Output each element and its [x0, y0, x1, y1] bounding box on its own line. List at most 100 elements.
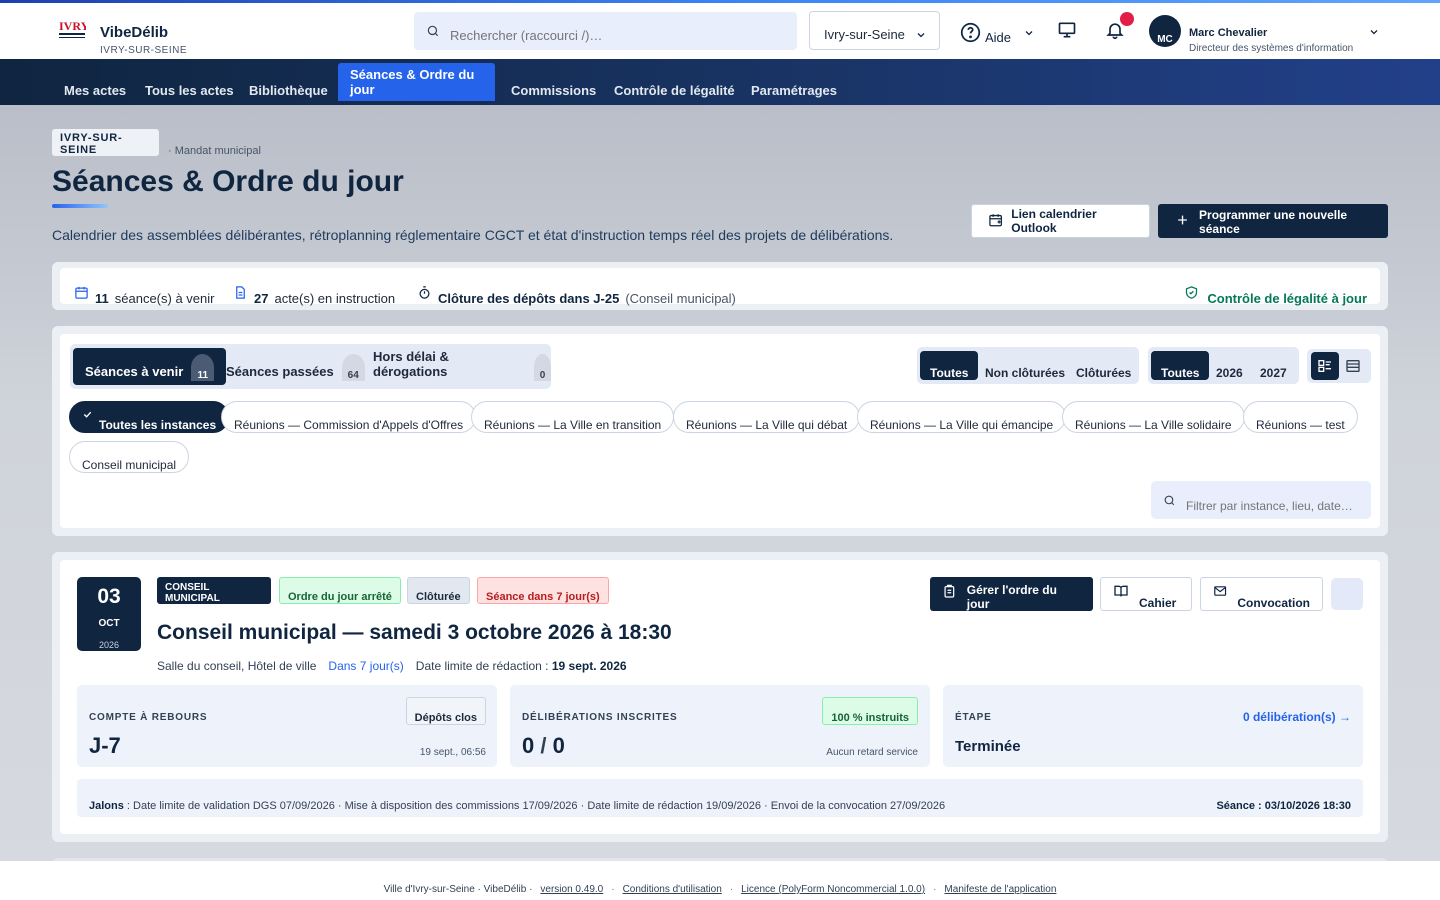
footer-license-link[interactable]: Licence (PolyForm Noncommercial 1.0.0)	[741, 884, 925, 895]
stat-instruction-label: acte(s) en instruction	[274, 291, 396, 306]
tab-upcoming[interactable]: Séances à venir 11	[73, 348, 227, 385]
nav-controle-legalite[interactable]: Contrôle de légalité	[614, 59, 735, 105]
stat-deposit-note: (Conseil municipal)	[625, 291, 736, 306]
milestones-label: Jalons	[89, 800, 124, 812]
ivry-logo[interactable]: IVRY	[58, 18, 90, 44]
kpi-countdown-label: COMPTE À REBOURS	[89, 712, 208, 723]
convocation-button[interactable]: Convocation	[1200, 577, 1323, 611]
clipboard-icon	[944, 584, 955, 598]
calendar-plus-icon	[989, 214, 1002, 227]
outlook-button-label: Lien calendrier Outlook	[1011, 207, 1097, 235]
display-mode-button[interactable]	[1056, 19, 1078, 41]
breadcrumb-city[interactable]: IVRY-SUR-SEINE	[52, 129, 159, 156]
footer-separator: ·	[611, 884, 615, 895]
chip-transition[interactable]: Réunions — La Ville en transition	[471, 401, 675, 433]
page-description: Calendrier des assemblées délibérantes, …	[52, 227, 894, 243]
calendar-icon	[75, 286, 88, 299]
chip-solidaire[interactable]: Réunions — La Ville solidaire	[1062, 401, 1245, 433]
chevron-down-icon	[917, 32, 925, 37]
kpi-delib-b: 0	[552, 733, 565, 758]
help-icon	[960, 22, 981, 43]
kpi-countdown-sub: 19 sept., 06:56	[419, 747, 486, 758]
tab-past-label: Séances passées	[226, 364, 334, 379]
nav-parametrages[interactable]: Paramétrages	[751, 59, 837, 105]
year-all[interactable]: Toutes	[1151, 351, 1210, 380]
kpi-delib-value: 0 / 0	[522, 733, 565, 759]
year-2026[interactable]: 2026	[1216, 351, 1243, 380]
status-open[interactable]: Non clôturées	[985, 351, 1065, 380]
footer-terms-link[interactable]: Conditions d'utilisation	[623, 884, 722, 895]
user-name[interactable]: Marc Chevalier	[1189, 27, 1267, 39]
milestones-session-date: Séance : 03/10/2026 18:30	[1216, 800, 1351, 812]
user-menu-toggle[interactable]	[1368, 25, 1380, 43]
chip-cao[interactable]: Réunions — Commission d'Appels d'Offres	[221, 401, 477, 433]
chip-test[interactable]: Réunions — test	[1243, 401, 1358, 433]
chip-debat[interactable]: Réunions — La Ville qui débat	[673, 401, 861, 433]
nav-commissions[interactable]: Commissions	[511, 59, 596, 105]
footer-manifesto-link[interactable]: Manifeste de l'application	[944, 884, 1056, 895]
legality-status-link[interactable]: Contrôle de légalité à jour	[1184, 279, 1367, 306]
badge-closed: Clôturée	[407, 577, 470, 604]
tab-upcoming-label: Séances à venir	[85, 364, 184, 379]
footer-version-link[interactable]: version 0.49.0	[540, 884, 603, 895]
document-icon	[236, 286, 245, 299]
milestones-list: : Date limite de validation DGS 07/09/20…	[123, 800, 946, 812]
footer-prefix: Ville d'Ivry-sur-Seine · VibeDélib ·	[383, 884, 533, 895]
book-button[interactable]: Cahier	[1100, 577, 1192, 611]
mail-icon	[1214, 586, 1227, 596]
view-table-button[interactable]	[1339, 352, 1367, 380]
status-filter: Toutes Non clôturées Clôturées	[917, 347, 1139, 384]
stat-deposit-close: Clôture des dépôts dans J-25	[438, 291, 620, 306]
filter-search-input[interactable]	[1186, 487, 1366, 513]
stat-upcoming-count: 11	[95, 291, 109, 306]
brand-name[interactable]: VibeDélib	[100, 24, 168, 41]
avatar[interactable]: MC	[1149, 15, 1181, 47]
svg-text:IVRY: IVRY	[59, 19, 86, 33]
user-role: Directeur des systèmes d'information	[1189, 43, 1354, 54]
plus-icon	[1178, 215, 1187, 225]
tab-overdue[interactable]: Hors délai & dérogations 0	[373, 348, 551, 385]
filter-search[interactable]	[1151, 481, 1371, 519]
chip-emancipe[interactable]: Réunions — La Ville qui émancipe	[857, 401, 1067, 433]
session-title[interactable]: Conseil municipal — samedi 3 octobre 202…	[157, 621, 672, 645]
nav-mes-actes[interactable]: Mes actes	[64, 59, 126, 105]
stat-deposit: Clôture des dépôts dans J-25 (Conseil mu…	[417, 279, 736, 306]
convocation-label: Convocation	[1237, 596, 1310, 610]
global-search[interactable]	[414, 12, 797, 50]
nav-seances[interactable]: Séances & Ordre du jour	[338, 63, 495, 101]
kpi-countdown-value: J-7	[89, 733, 121, 758]
session-deadline-value: 19 sept. 2026	[551, 659, 627, 673]
chip-all-instances[interactable]: Toutes les instances	[69, 401, 230, 433]
tab-past-count: 64	[341, 354, 365, 381]
outlook-calendar-button[interactable]: Lien calendrier Outlook	[971, 204, 1150, 238]
year-2027[interactable]: 2027	[1260, 351, 1287, 380]
more-actions-button[interactable]	[1331, 578, 1363, 610]
manage-agenda-button[interactable]: Gérer l'ordre du jour	[930, 577, 1093, 611]
kpi-step-value: Terminée	[955, 738, 1021, 755]
stat-instruction: 27 acte(s) en instruction	[233, 279, 395, 306]
milestones-text: Jalons : Date limite de validation DGS 0…	[89, 800, 945, 812]
nav-bibliotheque[interactable]: Bibliothèque	[249, 59, 328, 105]
help-menu[interactable]: Aide	[960, 20, 1035, 45]
help-label: Aide	[985, 30, 1012, 45]
view-cards-button[interactable]	[1311, 352, 1339, 380]
kpi-step-link[interactable]: 0 délibération(s) →	[1243, 710, 1351, 724]
page-title: Séances & Ordre du jour	[52, 165, 404, 198]
tab-overdue-label: Hors délai & dérogations	[373, 349, 449, 379]
status-closed[interactable]: Clôturées	[1076, 351, 1131, 380]
kpi-deposits-closed: Dépôts clos	[405, 697, 486, 725]
search-icon	[427, 25, 439, 37]
session-day: 03	[97, 585, 121, 608]
status-all[interactable]: Toutes	[920, 351, 979, 380]
tab-past[interactable]: Séances passées 64	[226, 348, 365, 385]
kpi-countdown: COMPTE À REBOURS J-7 Dépôts clos 19 sept…	[77, 685, 497, 767]
search-input[interactable]	[450, 19, 770, 43]
title-underline	[52, 204, 108, 208]
new-session-button[interactable]: Programmer une nouvelle séance	[1158, 204, 1388, 238]
nav-tous-les-actes[interactable]: Tous les actes	[145, 59, 234, 105]
main-navigation: Mes actes Tous les actes Bibliothèque Sé…	[0, 59, 1440, 105]
tab-overdue-count: 0	[534, 354, 551, 381]
chip-conseil-municipal[interactable]: Conseil municipal	[69, 441, 190, 473]
year-filter: Toutes 2026 2027	[1148, 347, 1299, 384]
city-select[interactable]: Ivry-sur-Seine	[809, 11, 940, 50]
